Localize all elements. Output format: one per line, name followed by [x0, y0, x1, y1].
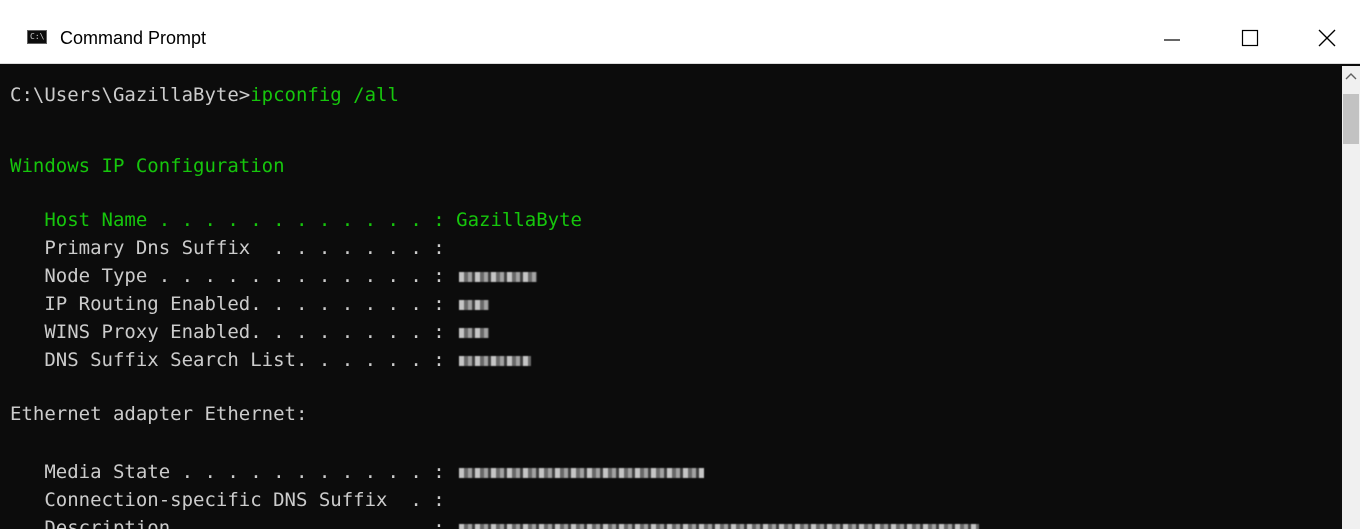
- redacted-value: [458, 467, 704, 478]
- wins-proxy-row: WINS Proxy Enabled. . . . . . . . :: [10, 318, 489, 346]
- redacted-value: [458, 271, 537, 282]
- vertical-scrollbar[interactable]: [1342, 66, 1360, 529]
- conn-dns-suffix-row: Connection-specific DNS Suffix . :: [10, 489, 445, 511]
- section-heading-windows-ip: Windows IP Configuration: [10, 155, 285, 177]
- redacted-value: [458, 523, 979, 529]
- primary-dns-suffix-row: Primary Dns Suffix . . . . . . . :: [10, 237, 445, 259]
- command-text: ipconfig /all: [250, 84, 399, 106]
- redacted-value: [458, 327, 489, 338]
- redacted-value: [458, 299, 489, 310]
- node-type-label: Node Type . . . . . . . . . . . . :: [10, 265, 445, 287]
- prompt-text: C:\Users\GazillaByte>: [10, 84, 251, 106]
- host-name-value: GazillaByte: [456, 209, 582, 231]
- dns-search-label: DNS Suffix Search List. . . . . . :: [10, 349, 445, 371]
- close-button[interactable]: [1300, 12, 1354, 64]
- host-name-row: Host Name . . . . . . . . . . . . : Gazi…: [10, 206, 582, 234]
- command-prompt-window: Command Prompt C:\Users\GazillaByte>ipco…: [0, 0, 1360, 529]
- scroll-up-button[interactable]: [1342, 66, 1360, 88]
- ip-routing-row: IP Routing Enabled. . . . . . . . :: [10, 290, 489, 318]
- console-output[interactable]: C:\Users\GazillaByte>ipconfig /all Windo…: [0, 66, 1342, 529]
- wins-proxy-label: WINS Proxy Enabled. . . . . . . . :: [10, 321, 445, 343]
- host-name-label: Host Name . . . . . . . . . . . . :: [10, 209, 457, 231]
- maximize-button[interactable]: [1223, 12, 1277, 64]
- media-state-label: Media State . . . . . . . . . . . :: [10, 461, 445, 483]
- command-line: C:\Users\GazillaByte>ipconfig /all: [10, 81, 399, 109]
- close-icon: [1318, 29, 1336, 47]
- node-type-row: Node Type . . . . . . . . . . . . :: [10, 262, 537, 290]
- maximize-icon: [1241, 29, 1259, 47]
- minimize-icon: [1164, 39, 1180, 41]
- dns-suffix-search-row: DNS Suffix Search List. . . . . . :: [10, 346, 531, 374]
- minimize-button[interactable]: [1145, 12, 1199, 64]
- media-state-row: Media State . . . . . . . . . . . :: [10, 458, 704, 486]
- redacted-value: [458, 355, 531, 366]
- window-title: Command Prompt: [60, 28, 207, 48]
- chevron-up-icon: [1345, 73, 1357, 80]
- ip-routing-label: IP Routing Enabled. . . . . . . . :: [10, 293, 445, 315]
- cmd-icon: [27, 30, 47, 44]
- title-bar[interactable]: Command Prompt: [0, 0, 1360, 64]
- section-heading-ethernet: Ethernet adapter Ethernet:: [10, 403, 308, 425]
- scroll-thumb[interactable]: [1343, 94, 1359, 144]
- description-label: Description . . . . . . . . . . . :: [10, 517, 445, 529]
- description-row: Description . . . . . . . . . . . :: [10, 514, 979, 529]
